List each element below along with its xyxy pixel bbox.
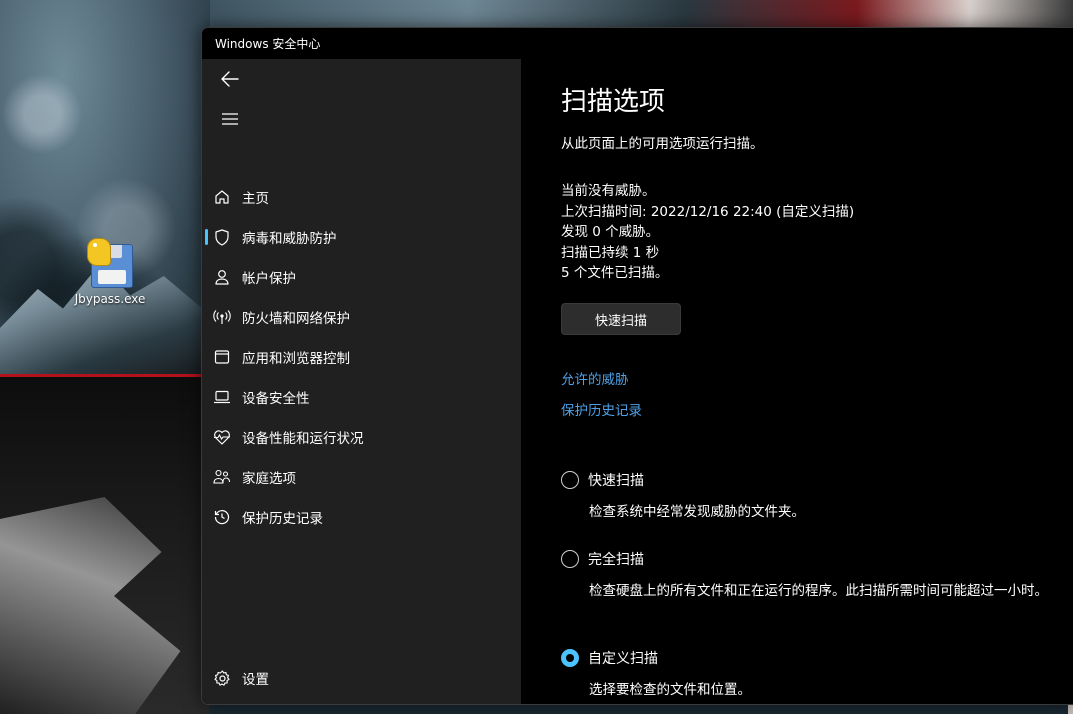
scan-option-row[interactable]: 完全扫描: [561, 548, 1061, 570]
history-icon: [213, 508, 231, 526]
sidebar: 主页 病毒和威胁防护 帐户保护 防火墙和网络保护 应用和浏览器控制 设备安全性 …: [202, 59, 521, 704]
sidebar-item-label: 设备性能和运行状况: [242, 431, 364, 447]
sidebar-item-label: 设备安全性: [242, 391, 310, 407]
window-titlebar[interactable]: Windows 安全中心: [202, 28, 1073, 59]
shield-icon: [213, 228, 231, 246]
wallpaper-lower-art: [0, 377, 210, 714]
sidebar-item-app-browser-control[interactable]: 应用和浏览器控制: [202, 337, 521, 377]
scan-option-row[interactable]: 自定义扫描: [561, 647, 1061, 669]
sidebar-item-firewall[interactable]: 防火墙和网络保护: [202, 297, 521, 337]
page-title: 扫描选项: [561, 87, 666, 117]
allowed-threats-link[interactable]: 允许的威胁: [561, 368, 629, 388]
sidebar-item-label: 病毒和威胁防护: [242, 231, 337, 247]
antenna-icon: [213, 308, 231, 326]
sidebar-item-family-options[interactable]: 家庭选项: [202, 457, 521, 497]
main-content: 扫描选项 从此页面上的可用选项运行扫描。 当前没有威胁。 上次扫描时间: 202…: [521, 59, 1073, 704]
sidebar-item-label: 主页: [242, 191, 269, 207]
sidebar-item-label: 应用和浏览器控制: [242, 351, 350, 367]
scan-option-description: 检查系统中经常发现威胁的文件夹。: [589, 504, 805, 520]
sidebar-item-device-performance[interactable]: 设备性能和运行状况: [202, 417, 521, 457]
status-last-scan: 上次扫描时间: 2022/12/16 22:40 (自定义扫描): [561, 203, 855, 220]
gear-icon: [213, 669, 231, 687]
hamburger-icon: [222, 113, 238, 125]
scan-option-description: 检查硬盘上的所有文件和正在运行的程序。此扫描所需时间可能超过一小时。: [589, 583, 1048, 599]
sidebar-item-account-protection[interactable]: 帐户保护: [202, 257, 521, 297]
quick-scan-button[interactable]: 快速扫描: [561, 303, 681, 335]
sidebar-item-label: 家庭选项: [242, 471, 296, 487]
scan-option-full: 完全扫描 检查硬盘上的所有文件和正在运行的程序。此扫描所需时间可能超过一小时。: [561, 548, 1061, 601]
scan-option-custom: 自定义扫描 选择要检查的文件和位置。: [561, 647, 1061, 700]
wallpaper-top-strip: [210, 0, 1073, 28]
back-arrow-icon: [221, 71, 239, 87]
windows-security-window: Windows 安全中心 主页 病毒和威胁防护 帐户保护 防火墙和网络保护 应用…: [201, 27, 1073, 705]
desktop-icon-label: Jbypass.exe: [74, 292, 146, 306]
sidebar-item-protection-history[interactable]: 保护历史记录: [202, 497, 521, 537]
protection-history-link[interactable]: 保护历史记录: [561, 399, 642, 419]
sidebar-item-label: 设置: [242, 672, 269, 688]
laptop-icon: [213, 388, 231, 406]
desktop-icon-jbypass[interactable]: Jbypass.exe: [64, 238, 156, 306]
radio-button[interactable]: [561, 471, 579, 489]
radio-button[interactable]: [561, 550, 579, 568]
family-icon: [213, 468, 231, 486]
app-window-icon: [213, 348, 231, 366]
page-subtitle: 从此页面上的可用选项运行扫描。: [561, 136, 764, 152]
scan-option-quick: 快速扫描 检查系统中经常发现威胁的文件夹。: [561, 469, 1061, 522]
heart-pulse-icon: [213, 428, 231, 446]
person-icon: [213, 268, 231, 286]
status-threats: 当前没有威胁。: [561, 183, 656, 199]
python-file-icon: [87, 238, 133, 288]
window-title: Windows 安全中心: [215, 37, 321, 51]
sidebar-nav: 主页 病毒和威胁防护 帐户保护 防火墙和网络保护 应用和浏览器控制 设备安全性 …: [202, 177, 521, 537]
status-found: 发现 0 个威胁。: [561, 224, 660, 240]
sidebar-item-device-security[interactable]: 设备安全性: [202, 377, 521, 417]
sidebar-item-virus-protection[interactable]: 病毒和威胁防护: [202, 217, 521, 257]
scan-option-label: 完全扫描: [588, 552, 644, 568]
scan-status: 当前没有威胁。 上次扫描时间: 2022/12/16 22:40 (自定义扫描)…: [561, 181, 854, 284]
sidebar-item-label: 帐户保护: [242, 271, 296, 287]
sidebar-item-settings[interactable]: 设置: [202, 658, 521, 698]
sidebar-item-label: 防火墙和网络保护: [242, 311, 350, 327]
sidebar-item-label: 保护历史记录: [242, 511, 323, 527]
back-button[interactable]: [212, 63, 248, 95]
status-duration: 扫描已持续 1 秒: [561, 244, 660, 261]
scan-option-label: 自定义扫描: [588, 651, 658, 667]
status-files: 5 个文件已扫描。: [561, 265, 669, 281]
scan-option-row[interactable]: 快速扫描: [561, 469, 1061, 491]
scan-option-label: 快速扫描: [588, 473, 644, 489]
scan-option-description: 选择要检查的文件和位置。: [589, 682, 751, 698]
radio-button-selected[interactable]: [561, 649, 579, 667]
sidebar-item-home[interactable]: 主页: [202, 177, 521, 217]
menu-button[interactable]: [212, 103, 248, 135]
home-icon: [213, 188, 231, 206]
